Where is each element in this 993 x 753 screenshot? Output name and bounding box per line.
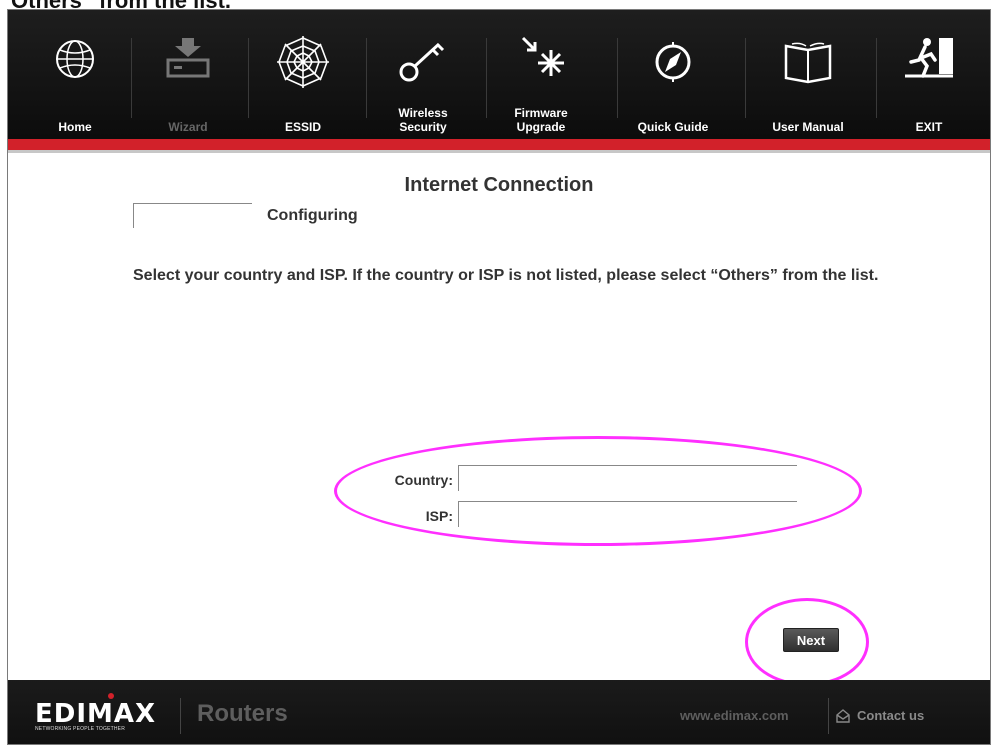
nav-quick-guide-label: Quick Guide xyxy=(637,120,709,134)
logo-dot xyxy=(108,693,114,699)
spider-web-icon xyxy=(277,36,329,88)
page-title: Internet Connection xyxy=(404,174,594,196)
nav-divider xyxy=(745,38,746,118)
nav-essid[interactable]: ESSID xyxy=(248,10,358,139)
nav-essid-label: ESSID xyxy=(284,120,321,134)
nav-wireless-security[interactable]: Wireless Security xyxy=(368,10,478,139)
exit-running-man-icon xyxy=(905,38,953,78)
logo-brand: EDIMAX xyxy=(35,699,157,729)
nav-quick-guide[interactable]: Quick Guide xyxy=(618,10,728,139)
nav-firmware-upgrade[interactable]: Firmware Upgrade xyxy=(486,10,596,139)
book-icon xyxy=(784,42,832,84)
key-icon xyxy=(399,42,445,82)
instructions-text: Select your country and ISP. If the coun… xyxy=(133,267,879,284)
nav-home-label: Home xyxy=(58,120,92,134)
router-setup-window: Home Wizard ESSID Wireless Security Firm… xyxy=(7,9,991,745)
contact-label: Contact us xyxy=(857,708,925,723)
globe-icon xyxy=(56,40,94,78)
envelope-icon xyxy=(836,709,850,723)
nav-home[interactable]: Home xyxy=(20,10,130,139)
footer-divider xyxy=(828,698,829,734)
nav-wireless-security-label: Wireless Security xyxy=(398,106,448,134)
nav-divider xyxy=(131,38,132,118)
product-name: Routers xyxy=(197,700,288,727)
nav-wizard[interactable]: Wizard xyxy=(133,10,243,139)
highlight-ellipse-fields xyxy=(334,436,862,546)
country-field[interactable] xyxy=(458,465,797,491)
website-link[interactable]: www.edimax.com xyxy=(680,708,789,723)
footer-divider xyxy=(180,698,181,734)
contact-link[interactable]: Contact us xyxy=(836,708,925,723)
accent-bar-shadow xyxy=(8,150,990,153)
status-label: Configuring xyxy=(267,207,358,224)
nav-wizard-label: Wizard xyxy=(168,120,208,134)
firmware-spark-icon xyxy=(521,36,564,76)
footer: EDIMAX NETWORKING PEOPLE TOGETHER Router… xyxy=(8,680,990,744)
isp-field[interactable] xyxy=(458,501,797,527)
nav-exit[interactable]: EXIT xyxy=(874,10,984,139)
isp-label: ISP: xyxy=(425,508,453,524)
accent-bar xyxy=(8,139,990,150)
country-label: Country: xyxy=(394,472,453,488)
nav-firmware-upgrade-label: Firmware Upgrade xyxy=(514,106,568,134)
edimax-logo: EDIMAX NETWORKING PEOPLE TOGETHER xyxy=(35,693,157,732)
top-navigation: Home Wizard ESSID Wireless Security Firm… xyxy=(8,10,990,139)
wizard-download-icon xyxy=(166,38,210,78)
next-button[interactable]: Next xyxy=(783,628,839,652)
nav-user-manual[interactable]: User Manual xyxy=(753,10,863,139)
compass-icon xyxy=(655,42,691,82)
progress-indicator-box xyxy=(133,203,252,228)
nav-user-manual-label: User Manual xyxy=(772,120,844,134)
nav-divider xyxy=(366,38,367,118)
nav-exit-label: EXIT xyxy=(915,120,943,134)
